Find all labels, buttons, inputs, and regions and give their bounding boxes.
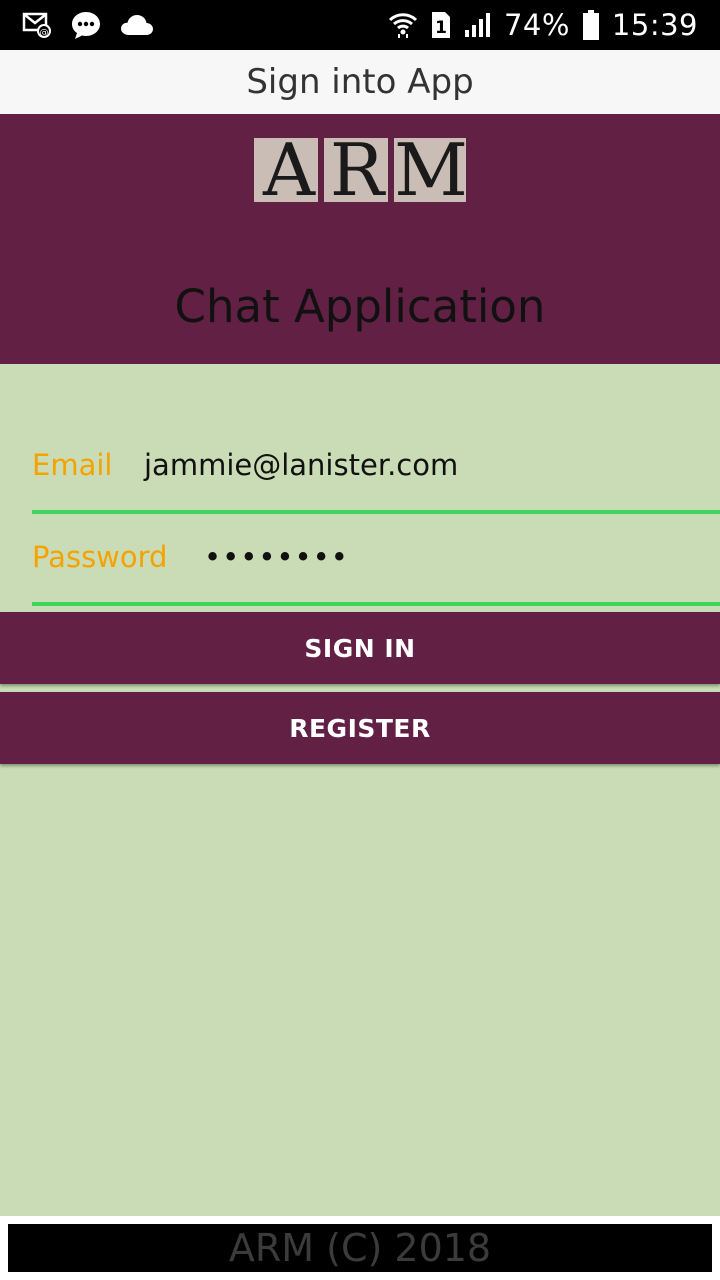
footer-bar: ARM (C) 2018: [8, 1224, 712, 1272]
email-label: Email: [32, 448, 113, 482]
page-title: Sign into App: [246, 62, 474, 102]
password-label: Password: [32, 540, 168, 574]
battery-icon: [582, 9, 600, 41]
email-field[interactable]: Email jammie@lanister.com: [32, 434, 720, 514]
signal-icon: [464, 12, 492, 38]
title-bar: Sign into App: [0, 50, 720, 114]
footer: ARM (C) 2018: [0, 1216, 720, 1280]
logo-letter-a: A: [263, 128, 315, 212]
battery-percent: 74%: [503, 8, 570, 42]
password-field[interactable]: Password ••••••••: [32, 526, 720, 606]
logo-letter-m: M: [394, 128, 468, 212]
password-input[interactable]: ••••••••: [204, 540, 349, 574]
wifi-icon: [388, 10, 418, 40]
sign-in-button[interactable]: SIGN IN: [0, 612, 720, 684]
sim-slot-number: 1: [435, 18, 447, 38]
status-left-icons: @: [22, 9, 154, 41]
arm-logo: A R M: [254, 128, 468, 212]
login-form: Email jammie@lanister.com Password •••••…: [0, 364, 720, 1216]
sim-icon: 1: [430, 10, 452, 40]
status-bar: @ 1 74% 15:39: [0, 0, 720, 50]
app-title: Chat Application: [174, 280, 546, 333]
email-notification-icon: @: [22, 11, 52, 39]
email-input[interactable]: jammie@lanister.com: [144, 448, 458, 482]
cloud-icon: [120, 13, 154, 37]
register-button[interactable]: REGISTER: [0, 692, 720, 764]
header-banner: A R M Chat Application: [0, 114, 720, 364]
svg-text:@: @: [40, 28, 49, 38]
clock: 15:39: [611, 8, 698, 42]
logo-letter-r: R: [329, 128, 385, 212]
message-icon: [70, 9, 102, 41]
copyright-text: ARM (C) 2018: [228, 1226, 492, 1270]
status-right-icons: 1 74% 15:39: [388, 8, 698, 42]
